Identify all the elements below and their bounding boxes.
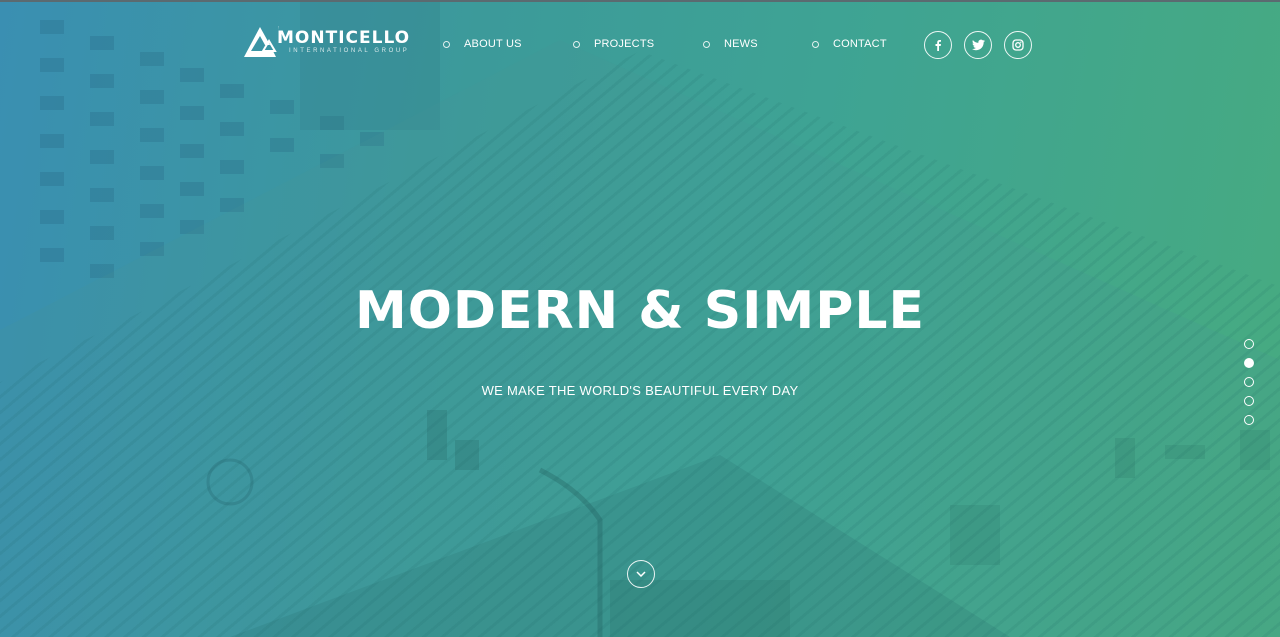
facebook-button[interactable] — [924, 31, 952, 59]
nav-item-label: CONTACT — [833, 38, 887, 50]
nav-item-news[interactable]: NEWS — [703, 38, 758, 50]
circle-bullet-icon — [443, 40, 450, 48]
pager-dot-3[interactable] — [1244, 377, 1254, 387]
hero-headline: MODERN & SIMPLE — [354, 281, 926, 341]
brand-name: MONTICELLO — [277, 27, 411, 48]
instagram-icon — [1012, 39, 1024, 51]
pager-dot-2-active[interactable] — [1244, 358, 1254, 368]
twitter-icon — [971, 39, 985, 51]
facebook-icon — [935, 40, 941, 51]
site-header: MONTICELLO INTERNATIONAL GROUP ABOUT US … — [0, 0, 1280, 90]
scroll-down-button[interactable] — [627, 560, 655, 588]
brand-logo[interactable]: MONTICELLO INTERNATIONAL GROUP — [243, 24, 410, 58]
instagram-button[interactable] — [1004, 31, 1032, 59]
nav-item-label: PROJECTS — [594, 38, 655, 50]
pager-dot-1[interactable] — [1244, 339, 1254, 349]
nav-item-about-us[interactable]: ABOUT US — [443, 38, 522, 50]
chevron-down-icon — [636, 571, 646, 577]
pager-dot-5[interactable] — [1244, 415, 1254, 425]
slide-pager — [1244, 339, 1254, 425]
circle-bullet-icon — [812, 40, 819, 48]
logo-text: MONTICELLO INTERNATIONAL GROUP — [277, 29, 410, 54]
circle-bullet-icon — [703, 40, 710, 48]
circle-bullet-icon — [573, 40, 580, 48]
hero-section: MONTICELLO INTERNATIONAL GROUP ABOUT US … — [0, 0, 1280, 637]
twitter-button[interactable] — [964, 31, 992, 59]
logo-mark-icon — [244, 26, 279, 57]
nav-item-label: ABOUT US — [464, 38, 522, 50]
brand-subtitle: INTERNATIONAL GROUP — [289, 47, 410, 54]
nav-item-contact[interactable]: CONTACT — [812, 38, 887, 50]
nav-item-label: NEWS — [724, 38, 758, 50]
hero-tagline: WE MAKE THE WORLD'S BEAUTIFUL EVERY DAY — [481, 383, 799, 398]
pager-dot-4[interactable] — [1244, 396, 1254, 406]
nav-item-projects[interactable]: PROJECTS — [573, 38, 654, 50]
